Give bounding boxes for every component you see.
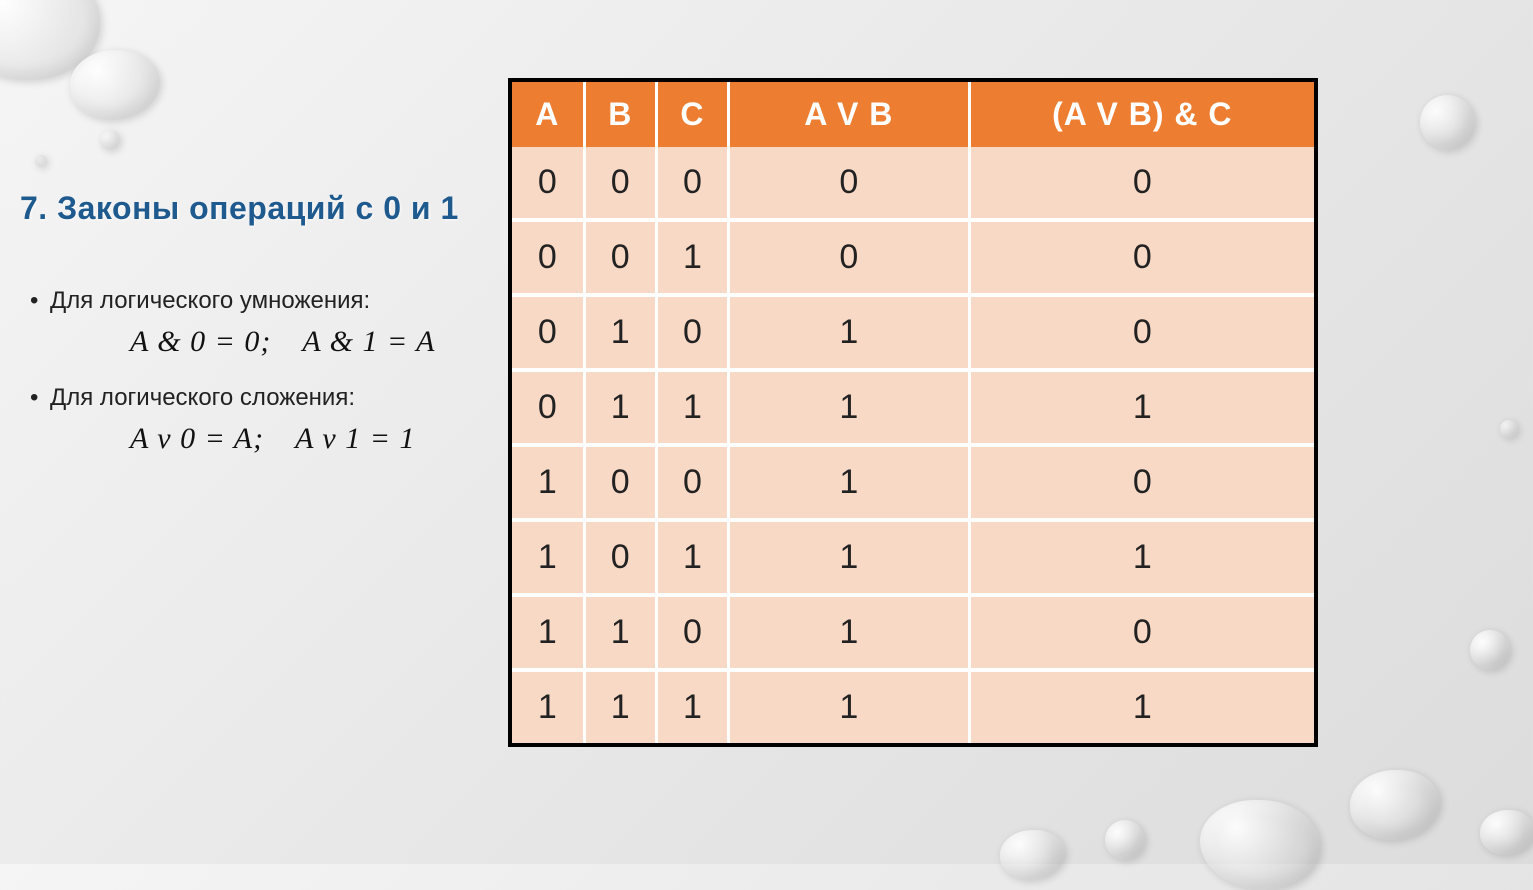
col-header-b: B [584,82,656,147]
table-header-row: A B C A V B (A V B) & C [512,82,1314,147]
table-cell: 0 [584,445,656,520]
table-row: 00100 [512,220,1314,295]
bubble-decor [35,155,47,167]
bubble-decor [1105,820,1145,860]
section-heading: 7. Законы операций с 0 и 1 [20,190,490,227]
law-multiplication-formula: A & 0 = 0; A & 1 = A [130,325,490,359]
law-multiplication-label: Для логического умножения: [20,287,490,315]
table-cell: 1 [729,595,970,670]
table-cell: 0 [656,147,728,220]
table-cell: 1 [969,520,1314,595]
table-cell: 0 [512,370,584,445]
table-cell: 0 [512,295,584,370]
bubble-decor [1480,810,1533,855]
table-row: 00000 [512,147,1314,220]
table-cell: 0 [584,220,656,295]
table-cell: 1 [584,595,656,670]
table-cell: 0 [729,147,970,220]
col-header-avb: A V B [729,82,970,147]
col-header-avbc: (A V B) & C [969,82,1314,147]
col-header-c: C [656,82,728,147]
table-cell: 0 [584,520,656,595]
table-row: 01111 [512,370,1314,445]
bubble-decor [1500,420,1518,438]
table-cell: 0 [512,147,584,220]
table-cell: 1 [584,370,656,445]
bubble-decor [1350,770,1440,840]
table-cell: 0 [656,445,728,520]
bubble-decor [100,130,120,150]
table-cell: 1 [584,295,656,370]
table-cell: 1 [729,445,970,520]
table-cell: 1 [656,370,728,445]
col-header-a: A [512,82,584,147]
table-cell: 1 [729,670,970,743]
table-cell: 0 [969,147,1314,220]
table-cell: 1 [729,520,970,595]
table-row: 10111 [512,520,1314,595]
table-cell: 1 [512,670,584,743]
table-cell: 1 [584,670,656,743]
table-cell: 0 [584,147,656,220]
bubble-decor [1200,800,1320,890]
laws-list: Для логического умножения: A & 0 = 0; A … [20,287,490,456]
table-row: 11010 [512,595,1314,670]
table-cell: 0 [656,595,728,670]
law-addition-formula: A v 0 = A; A v 1 = 1 [130,422,490,456]
table-row: 10010 [512,445,1314,520]
table-cell: 1 [512,445,584,520]
table-cell: 1 [656,520,728,595]
bubble-decor [1000,830,1065,880]
table-cell: 0 [656,295,728,370]
truth-table: A B C A V B (A V B) & C 0000000100010100… [512,82,1314,743]
table-cell: 1 [512,595,584,670]
table-cell: 0 [969,295,1314,370]
bubble-decor [1470,630,1510,670]
table-cell: 0 [512,220,584,295]
bubble-decor [70,50,160,120]
table-cell: 1 [729,295,970,370]
table-row: 01010 [512,295,1314,370]
table-cell: 0 [969,445,1314,520]
table-cell: 0 [969,595,1314,670]
table-cell: 0 [969,220,1314,295]
table-cell: 1 [969,370,1314,445]
bubble-decor [1420,95,1475,150]
table-cell: 1 [969,670,1314,743]
left-panel: 7. Законы операций с 0 и 1 Для логическо… [20,190,490,481]
table-cell: 1 [512,520,584,595]
table-cell: 1 [656,670,728,743]
table-cell: 0 [729,220,970,295]
truth-table-container: A B C A V B (A V B) & C 0000000100010100… [508,78,1318,747]
table-cell: 1 [729,370,970,445]
table-cell: 1 [656,220,728,295]
law-addition-label: Для логического сложения: [20,384,490,412]
table-row: 11111 [512,670,1314,743]
